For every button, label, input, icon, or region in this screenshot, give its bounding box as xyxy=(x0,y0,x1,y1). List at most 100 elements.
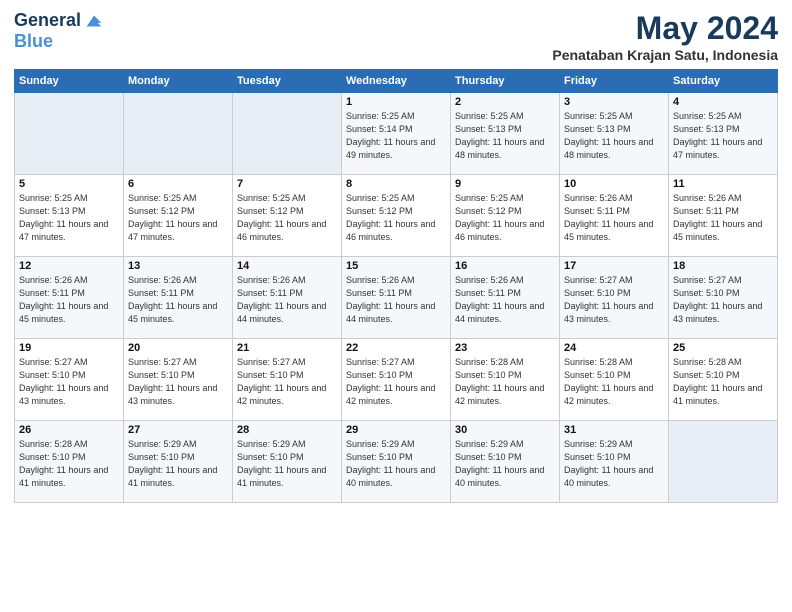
calendar-cell: 18Sunrise: 5:27 AMSunset: 5:10 PMDayligh… xyxy=(669,257,778,339)
day-number: 7 xyxy=(237,178,337,190)
day-info: Sunrise: 5:29 AMSunset: 5:10 PMDaylight:… xyxy=(128,438,228,490)
calendar-cell: 10 Sunrise: 5:26 AMSunset: 5:11 PMDayligh… xyxy=(560,175,669,257)
header-cell-tuesday: Tuesday xyxy=(233,70,342,93)
day-number: 27 xyxy=(128,424,228,436)
day-info: Sunrise: 5:25 AMSunset: 5:12 PMDaylight:… xyxy=(237,192,337,244)
day-info: Sunrise: 5:26 AMSunset: 5:11 PMDaylight:… xyxy=(673,192,773,244)
day-number: 17 xyxy=(564,260,664,272)
calendar-cell: 24 Sunrise: 5:28 AMSunset: 5:10 PMDayligh… xyxy=(560,339,669,421)
day-info: Sunrise: 5:27 AMSunset: 5:10 PMDaylight:… xyxy=(564,274,664,326)
calendar-cell xyxy=(669,421,778,503)
day-number: 11 xyxy=(673,178,773,190)
header-cell-sunday: Sunday xyxy=(15,70,124,93)
calendar-cell: 31 Sunrise: 5:29 AMSunset: 5:10 PMDayligh… xyxy=(560,421,669,503)
calendar-cell: 14Sunrise: 5:26 AMSunset: 5:11 PMDayligh… xyxy=(233,257,342,339)
day-info: Sunrise: 5:26 AMSunset: 5:11 PMDaylight:… xyxy=(19,274,119,326)
day-number: 1 xyxy=(346,96,446,108)
logo-icon xyxy=(83,10,105,32)
calendar-cell: 7 Sunrise: 5:25 AMSunset: 5:12 PMDaylight… xyxy=(233,175,342,257)
day-info: Sunrise: 5:25 AMSunset: 5:14 PMDaylight:… xyxy=(346,110,446,162)
header-cell-thursday: Thursday xyxy=(451,70,560,93)
week-row-5: 26 Sunrise: 5:28 AMSunset: 5:10 PMDayligh… xyxy=(15,421,778,503)
header-cell-friday: Friday xyxy=(560,70,669,93)
day-info: Sunrise: 5:25 AMSunset: 5:12 PMDaylight:… xyxy=(455,192,555,244)
day-info: Sunrise: 5:26 AMSunset: 5:11 PMDaylight:… xyxy=(564,192,664,244)
day-number: 5 xyxy=(19,178,119,190)
day-info: Sunrise: 5:29 AMSunset: 5:10 PMDaylight:… xyxy=(346,438,446,490)
calendar-cell: 12 Sunrise: 5:26 AMSunset: 5:11 PMDayligh… xyxy=(15,257,124,339)
calendar-table: SundayMondayTuesdayWednesdayThursdayFrid… xyxy=(14,69,778,503)
day-info: Sunrise: 5:29 AMSunset: 5:10 PMDaylight:… xyxy=(564,438,664,490)
header-row: SundayMondayTuesdayWednesdayThursdayFrid… xyxy=(15,70,778,93)
logo-text: General xyxy=(14,11,81,31)
day-number: 6 xyxy=(128,178,228,190)
logo-blue-text: Blue xyxy=(14,32,105,52)
day-info: Sunrise: 5:26 AMSunset: 5:11 PMDaylight:… xyxy=(237,274,337,326)
day-info: Sunrise: 5:29 AMSunset: 5:10 PMDaylight:… xyxy=(237,438,337,490)
day-info: Sunrise: 5:25 AMSunset: 5:13 PMDaylight:… xyxy=(673,110,773,162)
logo: General Blue xyxy=(14,10,105,52)
calendar-cell: 30Sunrise: 5:29 AMSunset: 5:10 PMDayligh… xyxy=(451,421,560,503)
calendar-cell: 25 Sunrise: 5:28 AMSunset: 5:10 PMDayligh… xyxy=(669,339,778,421)
header-cell-saturday: Saturday xyxy=(669,70,778,93)
title-section: May 2024 Penataban Krajan Satu, Indonesi… xyxy=(552,10,778,63)
day-number: 10 xyxy=(564,178,664,190)
day-number: 3 xyxy=(564,96,664,108)
header-cell-monday: Monday xyxy=(124,70,233,93)
calendar-cell: 28 Sunrise: 5:29 AMSunset: 5:10 PMDayligh… xyxy=(233,421,342,503)
calendar-cell: 17 Sunrise: 5:27 AMSunset: 5:10 PMDayligh… xyxy=(560,257,669,339)
calendar-cell: 29Sunrise: 5:29 AMSunset: 5:10 PMDayligh… xyxy=(342,421,451,503)
calendar-cell: 26 Sunrise: 5:28 AMSunset: 5:10 PMDayligh… xyxy=(15,421,124,503)
day-info: Sunrise: 5:28 AMSunset: 5:10 PMDaylight:… xyxy=(564,356,664,408)
day-number: 18 xyxy=(673,260,773,272)
day-number: 28 xyxy=(237,424,337,436)
day-info: Sunrise: 5:27 AMSunset: 5:10 PMDaylight:… xyxy=(237,356,337,408)
calendar-cell: 23Sunrise: 5:28 AMSunset: 5:10 PMDayligh… xyxy=(451,339,560,421)
day-number: 25 xyxy=(673,342,773,354)
day-number: 22 xyxy=(346,342,446,354)
month-title: May 2024 xyxy=(552,10,778,47)
calendar-cell xyxy=(15,93,124,175)
day-number: 2 xyxy=(455,96,555,108)
day-info: Sunrise: 5:25 AMSunset: 5:12 PMDaylight:… xyxy=(128,192,228,244)
calendar-cell: 3Sunrise: 5:25 AMSunset: 5:13 PMDaylight… xyxy=(560,93,669,175)
calendar-cell: 16 Sunrise: 5:26 AMSunset: 5:11 PMDayligh… xyxy=(451,257,560,339)
calendar-cell: 6 Sunrise: 5:25 AMSunset: 5:12 PMDaylight… xyxy=(124,175,233,257)
day-info: Sunrise: 5:27 AMSunset: 5:10 PMDaylight:… xyxy=(346,356,446,408)
calendar-cell: 21 Sunrise: 5:27 AMSunset: 5:10 PMDayligh… xyxy=(233,339,342,421)
day-number: 24 xyxy=(564,342,664,354)
calendar-cell xyxy=(124,93,233,175)
day-info: Sunrise: 5:26 AMSunset: 5:11 PMDaylight:… xyxy=(455,274,555,326)
day-number: 13 xyxy=(128,260,228,272)
calendar-cell: 27 Sunrise: 5:29 AMSunset: 5:10 PMDayligh… xyxy=(124,421,233,503)
day-info: Sunrise: 5:26 AMSunset: 5:11 PMDaylight:… xyxy=(128,274,228,326)
day-info: Sunrise: 5:27 AMSunset: 5:10 PMDaylight:… xyxy=(19,356,119,408)
calendar-cell: 20 Sunrise: 5:27 AMSunset: 5:10 PMDayligh… xyxy=(124,339,233,421)
day-number: 9 xyxy=(455,178,555,190)
calendar-cell: 19Sunrise: 5:27 AMSunset: 5:10 PMDayligh… xyxy=(15,339,124,421)
day-info: Sunrise: 5:28 AMSunset: 5:10 PMDaylight:… xyxy=(673,356,773,408)
calendar-cell: 13 Sunrise: 5:26 AMSunset: 5:11 PMDayligh… xyxy=(124,257,233,339)
day-info: Sunrise: 5:25 AMSunset: 5:13 PMDaylight:… xyxy=(455,110,555,162)
day-info: Sunrise: 5:27 AMSunset: 5:10 PMDaylight:… xyxy=(128,356,228,408)
day-number: 30 xyxy=(455,424,555,436)
day-number: 8 xyxy=(346,178,446,190)
calendar-cell: 22 Sunrise: 5:27 AMSunset: 5:10 PMDayligh… xyxy=(342,339,451,421)
calendar-cell: 4Sunrise: 5:25 AMSunset: 5:13 PMDaylight… xyxy=(669,93,778,175)
day-number: 12 xyxy=(19,260,119,272)
week-row-2: 5Sunrise: 5:25 AMSunset: 5:13 PMDaylight… xyxy=(15,175,778,257)
calendar-cell: 5Sunrise: 5:25 AMSunset: 5:13 PMDaylight… xyxy=(15,175,124,257)
day-number: 26 xyxy=(19,424,119,436)
day-number: 15 xyxy=(346,260,446,272)
day-info: Sunrise: 5:28 AMSunset: 5:10 PMDaylight:… xyxy=(19,438,119,490)
calendar-cell: 1 Sunrise: 5:25 AMSunset: 5:14 PMDaylight… xyxy=(342,93,451,175)
calendar-cell: 8 Sunrise: 5:25 AMSunset: 5:12 PMDaylight… xyxy=(342,175,451,257)
day-info: Sunrise: 5:25 AMSunset: 5:12 PMDaylight:… xyxy=(346,192,446,244)
calendar-cell: 2 Sunrise: 5:25 AMSunset: 5:13 PMDaylight… xyxy=(451,93,560,175)
day-number: 31 xyxy=(564,424,664,436)
day-number: 21 xyxy=(237,342,337,354)
day-number: 20 xyxy=(128,342,228,354)
week-row-1: 1 Sunrise: 5:25 AMSunset: 5:14 PMDaylight… xyxy=(15,93,778,175)
day-number: 16 xyxy=(455,260,555,272)
location-title: Penataban Krajan Satu, Indonesia xyxy=(552,47,778,63)
